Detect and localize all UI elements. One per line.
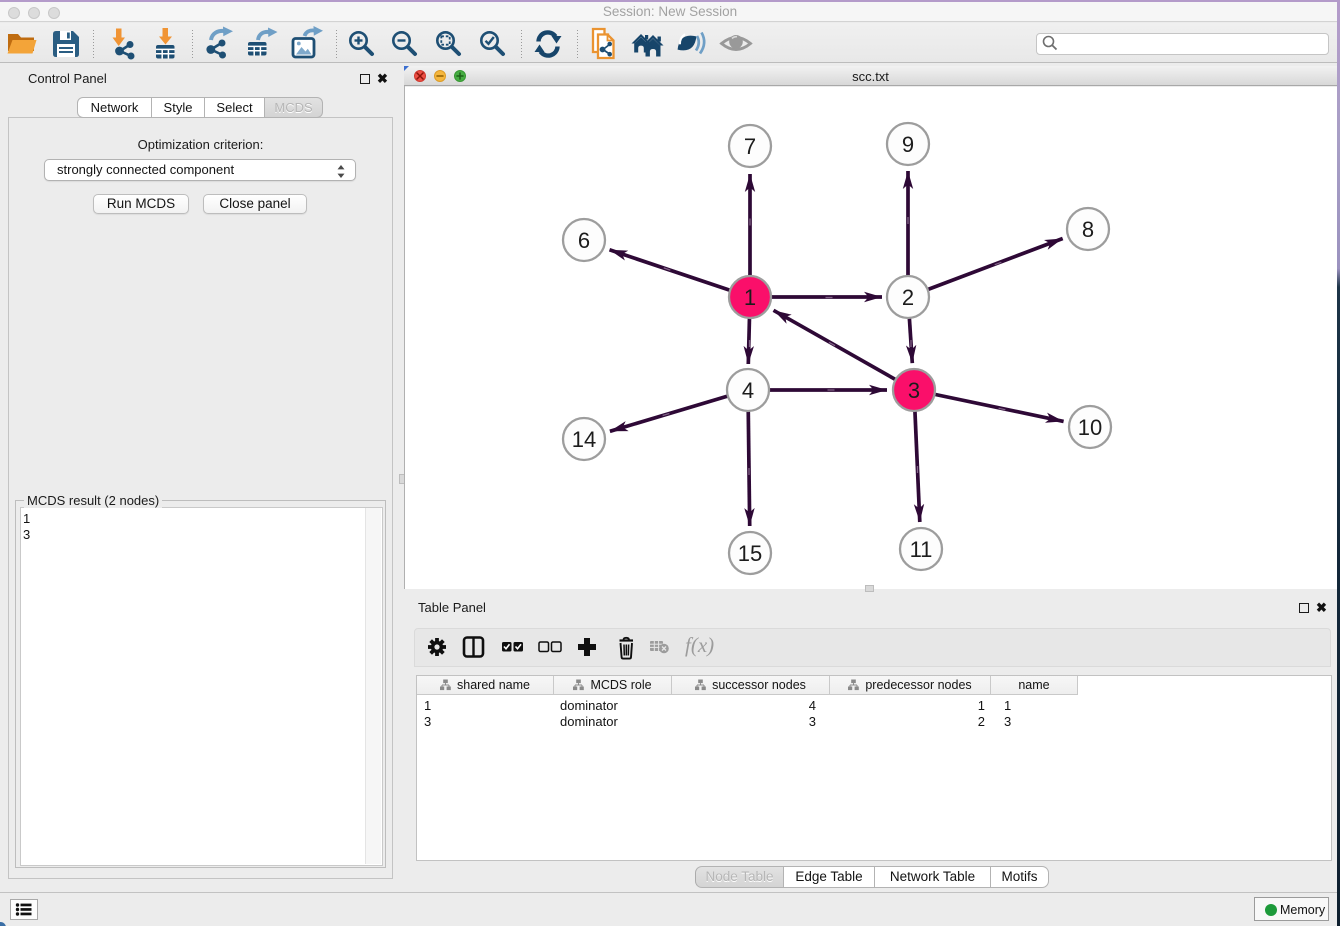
- svg-text:7: 7: [744, 134, 756, 159]
- svg-text:2: 2: [902, 285, 914, 310]
- svg-text:6: 6: [578, 228, 590, 253]
- svg-text:4: 4: [742, 378, 754, 403]
- svg-text:8: 8: [1082, 217, 1094, 242]
- svg-text:15: 15: [738, 541, 762, 566]
- svg-text:3: 3: [908, 378, 920, 403]
- svg-text:1: 1: [744, 285, 756, 310]
- svg-text:11: 11: [910, 537, 933, 562]
- svg-text:14: 14: [572, 427, 596, 452]
- svg-text:9: 9: [902, 132, 914, 157]
- svg-text:10: 10: [1078, 415, 1102, 440]
